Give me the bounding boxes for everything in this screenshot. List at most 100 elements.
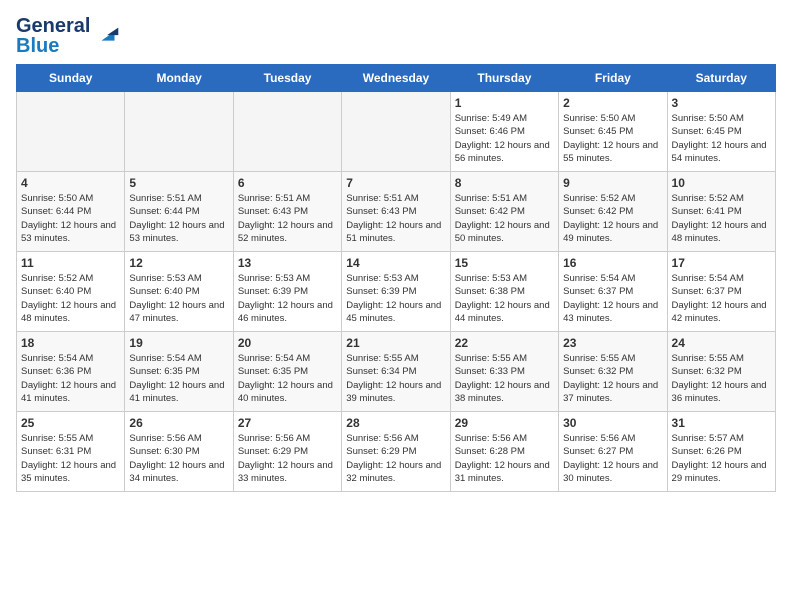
day-number: 22 (455, 336, 554, 350)
day-info: Sunrise: 5:54 AMSunset: 6:37 PMDaylight:… (563, 272, 662, 325)
day-number: 20 (238, 336, 337, 350)
day-number: 28 (346, 416, 445, 430)
day-info: Sunrise: 5:55 AMSunset: 6:34 PMDaylight:… (346, 352, 445, 405)
day-number: 30 (563, 416, 662, 430)
day-info: Sunrise: 5:49 AMSunset: 6:46 PMDaylight:… (455, 112, 554, 165)
calendar-day-cell: 23Sunrise: 5:55 AMSunset: 6:32 PMDayligh… (559, 332, 667, 412)
weekday-header: Saturday (667, 65, 775, 92)
day-info: Sunrise: 5:55 AMSunset: 6:31 PMDaylight:… (21, 432, 120, 485)
calendar-day-cell: 2 Sunrise: 5:50 AMSunset: 6:45 PMDaylight… (559, 92, 667, 172)
day-info: Sunrise: 5:50 AMSunset: 6:45 PMDaylight:… (563, 112, 662, 165)
day-info: Sunrise: 5:57 AMSunset: 6:26 PMDaylight:… (672, 432, 771, 485)
day-info: Sunrise: 5:52 AMSunset: 6:41 PMDaylight:… (672, 192, 771, 245)
day-info: Sunrise: 5:55 AMSunset: 6:33 PMDaylight:… (455, 352, 554, 405)
calendar-day-cell: 26 Sunrise: 5:56 AMSunset: 6:30 PMDayligh… (125, 412, 233, 492)
calendar-day-cell: 1 Sunrise: 5:49 AMSunset: 6:46 PMDaylight… (450, 92, 558, 172)
calendar-day-cell: 21 Sunrise: 5:55 AMSunset: 6:34 PMDayligh… (342, 332, 450, 412)
weekday-header: Monday (125, 65, 233, 92)
day-info: Sunrise: 5:54 AMSunset: 6:36 PMDaylight:… (21, 352, 120, 405)
day-number: 7 (346, 176, 445, 190)
weekday-header: Wednesday (342, 65, 450, 92)
day-info: Sunrise: 5:50 AMSunset: 6:45 PMDaylight:… (672, 112, 771, 165)
calendar-week-row: 25 Sunrise: 5:55 AMSunset: 6:31 PMDayligh… (17, 412, 776, 492)
calendar-day-cell: 4 Sunrise: 5:50 AMSunset: 6:44 PMDaylight… (17, 172, 125, 252)
day-number: 17 (672, 256, 771, 270)
day-number: 27 (238, 416, 337, 430)
day-number: 21 (346, 336, 445, 350)
day-number: 18 (21, 336, 120, 350)
calendar-table: SundayMondayTuesdayWednesdayThursdayFrid… (16, 64, 776, 492)
day-info: Sunrise: 5:51 AMSunset: 6:43 PMDaylight:… (346, 192, 445, 245)
day-number: 26 (129, 416, 228, 430)
weekday-header: Tuesday (233, 65, 341, 92)
day-number: 12 (129, 256, 228, 270)
calendar-day-cell: 22 Sunrise: 5:55 AMSunset: 6:33 PMDayligh… (450, 332, 558, 412)
day-number: 8 (455, 176, 554, 190)
calendar-week-row: 1 Sunrise: 5:49 AMSunset: 6:46 PMDaylight… (17, 92, 776, 172)
weekday-header: Sunday (17, 65, 125, 92)
day-info: Sunrise: 5:53 AMSunset: 6:38 PMDaylight:… (455, 272, 554, 325)
calendar-body: 1 Sunrise: 5:49 AMSunset: 6:46 PMDaylight… (17, 92, 776, 492)
calendar-day-cell (125, 92, 233, 172)
calendar-day-cell (342, 92, 450, 172)
day-info: Sunrise: 5:54 AMSunset: 6:37 PMDaylight:… (672, 272, 771, 325)
calendar-day-cell: 25 Sunrise: 5:55 AMSunset: 6:31 PMDayligh… (17, 412, 125, 492)
calendar-day-cell: 3 Sunrise: 5:50 AMSunset: 6:45 PMDaylight… (667, 92, 775, 172)
calendar-day-cell (233, 92, 341, 172)
calendar-header: SundayMondayTuesdayWednesdayThursdayFrid… (17, 65, 776, 92)
calendar-day-cell: 17 Sunrise: 5:54 AMSunset: 6:37 PMDayligh… (667, 252, 775, 332)
day-number: 13 (238, 256, 337, 270)
day-number: 23 (563, 336, 662, 350)
day-info: Sunrise: 5:50 AMSunset: 6:44 PMDaylight:… (21, 192, 120, 245)
calendar-day-cell: 20 Sunrise: 5:54 AMSunset: 6:35 PMDayligh… (233, 332, 341, 412)
day-info: Sunrise: 5:53 AMSunset: 6:40 PMDaylight:… (129, 272, 228, 325)
day-number: 25 (21, 416, 120, 430)
day-number: 11 (21, 256, 120, 270)
day-number: 4 (21, 176, 120, 190)
day-info: Sunrise: 5:51 AMSunset: 6:42 PMDaylight:… (455, 192, 554, 245)
calendar-day-cell: 11Sunrise: 5:52 AMSunset: 6:40 PMDayligh… (17, 252, 125, 332)
day-number: 31 (672, 416, 771, 430)
day-number: 1 (455, 96, 554, 110)
day-number: 9 (563, 176, 662, 190)
day-number: 19 (129, 336, 228, 350)
day-info: Sunrise: 5:56 AMSunset: 6:27 PMDaylight:… (563, 432, 662, 485)
day-number: 29 (455, 416, 554, 430)
calendar-day-cell: 27Sunrise: 5:56 AMSunset: 6:29 PMDayligh… (233, 412, 341, 492)
header: General Blue (16, 16, 776, 56)
day-info: Sunrise: 5:56 AMSunset: 6:29 PMDaylight:… (346, 432, 445, 485)
calendar-day-cell: 14Sunrise: 5:53 AMSunset: 6:39 PMDayligh… (342, 252, 450, 332)
day-number: 15 (455, 256, 554, 270)
day-number: 2 (563, 96, 662, 110)
calendar-day-cell: 12 Sunrise: 5:53 AMSunset: 6:40 PMDayligh… (125, 252, 233, 332)
calendar-day-cell: 30 Sunrise: 5:56 AMSunset: 6:27 PMDayligh… (559, 412, 667, 492)
logo: General Blue (16, 16, 122, 56)
calendar-day-cell: 13Sunrise: 5:53 AMSunset: 6:39 PMDayligh… (233, 252, 341, 332)
calendar-week-row: 18 Sunrise: 5:54 AMSunset: 6:36 PMDayligh… (17, 332, 776, 412)
logo-general: General (16, 16, 90, 36)
day-info: Sunrise: 5:51 AMSunset: 6:43 PMDaylight:… (238, 192, 337, 245)
day-info: Sunrise: 5:52 AMSunset: 6:42 PMDaylight:… (563, 192, 662, 245)
weekday-header: Friday (559, 65, 667, 92)
calendar-day-cell: 6Sunrise: 5:51 AMSunset: 6:43 PMDaylight… (233, 172, 341, 252)
logo-icon (94, 22, 122, 50)
calendar-day-cell: 31 Sunrise: 5:57 AMSunset: 6:26 PMDayligh… (667, 412, 775, 492)
calendar-day-cell: 16 Sunrise: 5:54 AMSunset: 6:37 PMDayligh… (559, 252, 667, 332)
day-info: Sunrise: 5:53 AMSunset: 6:39 PMDaylight:… (346, 272, 445, 325)
day-number: 24 (672, 336, 771, 350)
calendar-day-cell: 28 Sunrise: 5:56 AMSunset: 6:29 PMDayligh… (342, 412, 450, 492)
day-info: Sunrise: 5:51 AMSunset: 6:44 PMDaylight:… (129, 192, 228, 245)
day-number: 3 (672, 96, 771, 110)
calendar-day-cell: 9 Sunrise: 5:52 AMSunset: 6:42 PMDaylight… (559, 172, 667, 252)
calendar-day-cell: 24Sunrise: 5:55 AMSunset: 6:32 PMDayligh… (667, 332, 775, 412)
day-number: 16 (563, 256, 662, 270)
weekday-header: Thursday (450, 65, 558, 92)
day-number: 5 (129, 176, 228, 190)
calendar-day-cell (17, 92, 125, 172)
calendar-day-cell: 15 Sunrise: 5:53 AMSunset: 6:38 PMDayligh… (450, 252, 558, 332)
day-info: Sunrise: 5:54 AMSunset: 6:35 PMDaylight:… (238, 352, 337, 405)
day-info: Sunrise: 5:56 AMSunset: 6:30 PMDaylight:… (129, 432, 228, 485)
day-info: Sunrise: 5:56 AMSunset: 6:28 PMDaylight:… (455, 432, 554, 485)
day-number: 10 (672, 176, 771, 190)
calendar-day-cell: 18 Sunrise: 5:54 AMSunset: 6:36 PMDayligh… (17, 332, 125, 412)
